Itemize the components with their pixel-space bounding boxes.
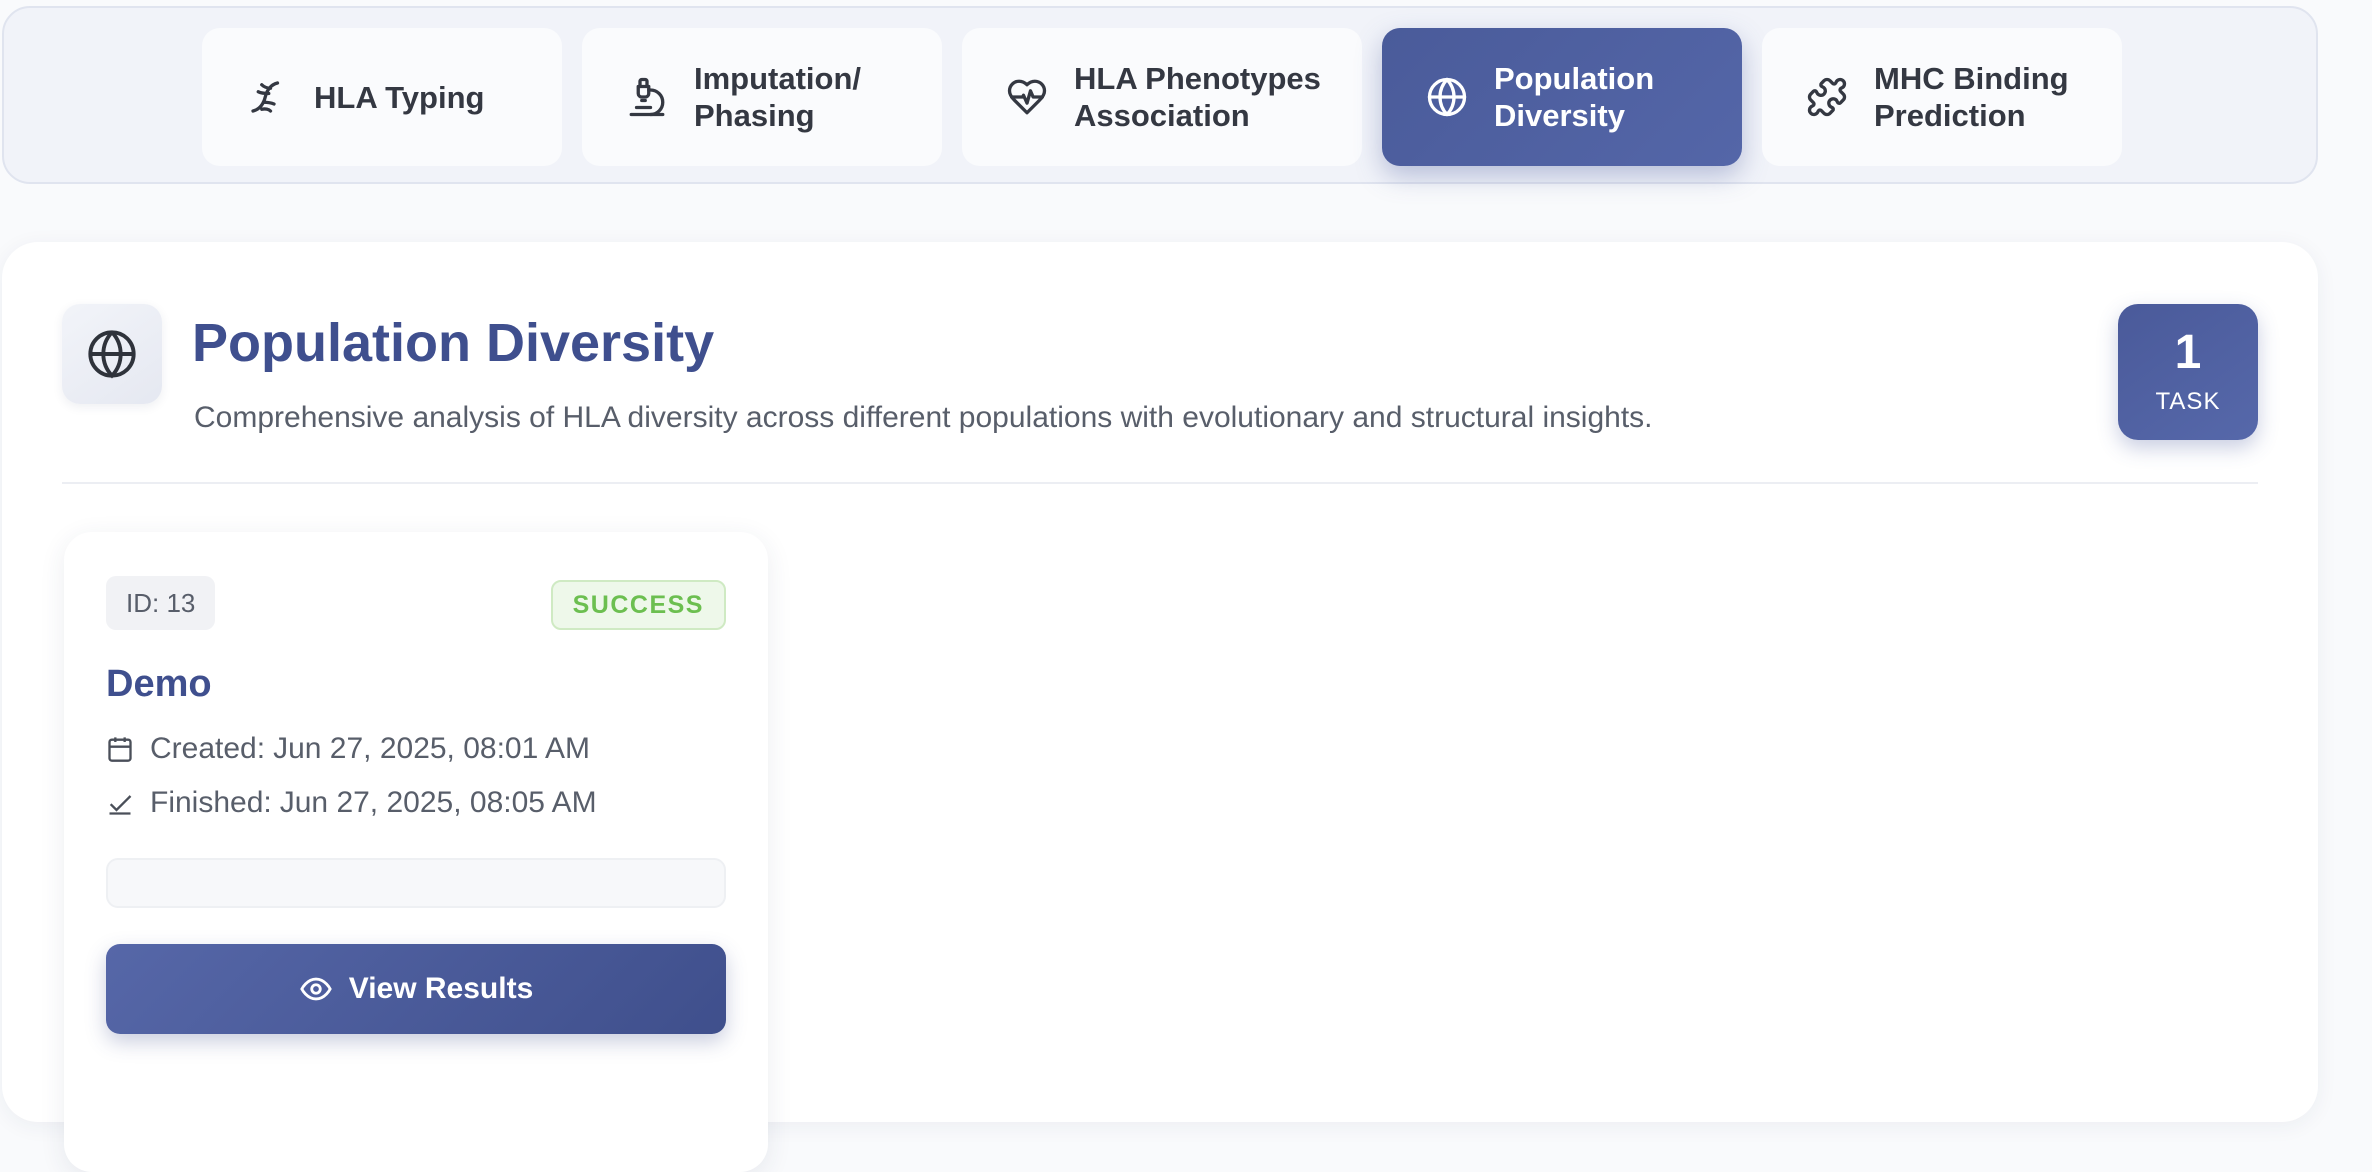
finished-row: Finished: Jun 27, 2025, 08:05 AM (106, 786, 597, 820)
tab-population-diversity[interactable]: Population Diversity (1382, 28, 1742, 166)
task-count-badge: 1 TASK (2118, 304, 2258, 440)
progress-track (106, 858, 726, 908)
puzzle-icon (1804, 74, 1850, 120)
finished-timestamp: Jun 27, 2025, 08:05 AM (279, 786, 597, 819)
tab-label: Population Diversity (1494, 61, 1655, 133)
created-row: Created: Jun 27, 2025, 08:01 AM (106, 732, 590, 766)
tab-label: HLA Typing (314, 79, 485, 115)
created-timestamp: Jun 27, 2025, 08:01 AM (273, 732, 590, 765)
task-id-badge: ID: 13 (106, 576, 216, 630)
task-card: ID: 13 SUCCESS Demo Created: Jun 27, 202… (64, 532, 768, 1172)
tab-label: MHC Binding Prediction (1874, 61, 2069, 133)
analysis-tab-bar: HLA Typing Imputation/ Phasing HLA Pheno… (2, 6, 2318, 184)
tab-hla-typing[interactable]: HLA Typing (202, 28, 562, 166)
task-count: 1 (2174, 326, 2202, 379)
tab-mhc-binding-prediction[interactable]: MHC Binding Prediction (1762, 28, 2122, 166)
task-count-unit: TASK (2155, 388, 2221, 415)
tab-hla-phenotypes-association[interactable]: HLA Phenotypes Association (962, 28, 1362, 166)
task-name: Demo (106, 663, 212, 705)
globe-icon (62, 304, 162, 404)
tab-label: Imputation/ Phasing (694, 61, 862, 133)
heart-pulse-icon (1004, 74, 1050, 120)
population-diversity-panel: Population Diversity Comprehensive analy… (2, 242, 2318, 1172)
eye-icon (299, 977, 332, 1001)
dna-icon (244, 74, 290, 120)
globe-icon (1424, 74, 1470, 120)
check-icon (109, 795, 132, 815)
created-label: Created: (150, 732, 266, 765)
view-results-button[interactable]: View Results (106, 944, 726, 1034)
divider (62, 482, 2258, 484)
page-title: Population Diversity (192, 313, 715, 373)
microscope-icon (624, 74, 670, 120)
tab-label: HLA Phenotypes Association (1074, 61, 1321, 133)
finished-label: Finished: (150, 786, 272, 819)
view-results-label: View Results (348, 972, 534, 1005)
tab-imputation-phasing[interactable]: Imputation/ Phasing (582, 28, 942, 166)
section-description: Comprehensive analysis of HLA diversity … (194, 401, 1653, 434)
calendar-icon (108, 737, 132, 762)
status-badge: SUCCESS (550, 580, 726, 630)
